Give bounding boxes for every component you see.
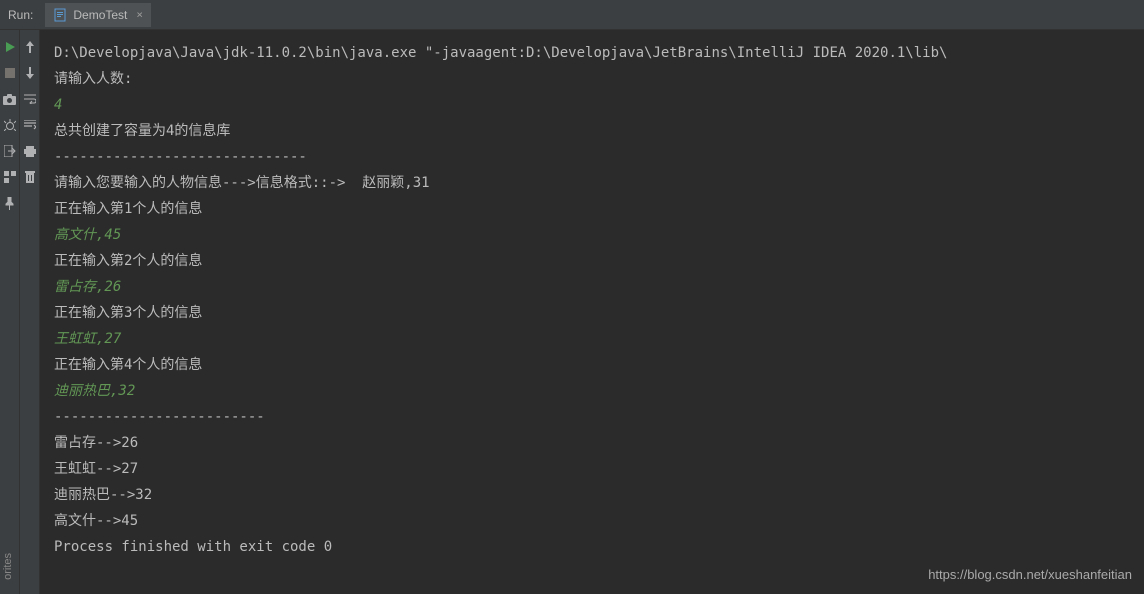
exit-icon[interactable] — [3, 144, 17, 158]
run-tab[interactable]: DemoTest × — [45, 3, 151, 27]
console-output-line: 迪丽热巴-->32 — [54, 482, 1144, 508]
console-output-line: 正在输入第4个人的信息 — [54, 352, 1144, 378]
console-output-line: 请输入您要输入的人物信息--->信息格式::-> 赵丽颖,31 — [54, 170, 1144, 196]
console-output[interactable]: D:\Developjava\Java\jdk-11.0.2\bin\java.… — [40, 30, 1144, 594]
layout-icon[interactable] — [3, 170, 17, 184]
console-output-line: 正在输入第3个人的信息 — [54, 300, 1144, 326]
console-input-line: 高文什,45 — [54, 222, 1144, 248]
scroll-end-icon[interactable] — [23, 118, 37, 132]
run-toolbar-left — [0, 30, 20, 594]
debug-icon[interactable] — [3, 118, 17, 132]
tab-label: DemoTest — [73, 8, 127, 22]
console-output-line: 正在输入第2个人的信息 — [54, 248, 1144, 274]
watermark-text: https://blog.csdn.net/xueshanfeitian — [928, 567, 1132, 582]
close-tab-icon[interactable]: × — [136, 8, 143, 21]
file-icon — [53, 8, 67, 22]
console-output-line: 王虹虹-->27 — [54, 456, 1144, 482]
down-arrow-icon[interactable] — [23, 66, 37, 80]
run-header: Run: DemoTest × — [0, 0, 1144, 30]
up-arrow-icon[interactable] — [23, 40, 37, 54]
rerun-icon[interactable] — [3, 40, 17, 54]
console-output-line: ------------------------- — [54, 404, 1144, 430]
console-output-line: Process finished with exit code 0 — [54, 534, 1144, 560]
pin-icon[interactable] — [3, 196, 17, 210]
console-input-line: 迪丽热巴,32 — [54, 378, 1144, 404]
stop-icon[interactable] — [3, 66, 17, 80]
trash-icon[interactable] — [23, 170, 37, 184]
sidebar-collapsed-label[interactable]: orites — [0, 549, 16, 584]
console-input-line: 4 — [54, 92, 1144, 118]
run-toolbar-mid — [20, 30, 40, 594]
console-output-line: 高文什-->45 — [54, 508, 1144, 534]
console-input-line: 雷占存,26 — [54, 274, 1144, 300]
print-icon[interactable] — [23, 144, 37, 158]
soft-wrap-icon[interactable] — [23, 92, 37, 106]
console-output-line: 正在输入第1个人的信息 — [54, 196, 1144, 222]
console-output-line: D:\Developjava\Java\jdk-11.0.2\bin\java.… — [54, 40, 1144, 66]
console-output-line: 雷占存-->26 — [54, 430, 1144, 456]
console-output-line: ------------------------------ — [54, 144, 1144, 170]
camera-icon[interactable] — [3, 92, 17, 106]
console-input-line: 王虹虹,27 — [54, 326, 1144, 352]
main-area: D:\Developjava\Java\jdk-11.0.2\bin\java.… — [0, 30, 1144, 594]
console-output-line: 请输入人数: — [54, 66, 1144, 92]
console-output-line: 总共创建了容量为4的信息库 — [54, 118, 1144, 144]
run-panel-label: Run: — [8, 8, 33, 22]
